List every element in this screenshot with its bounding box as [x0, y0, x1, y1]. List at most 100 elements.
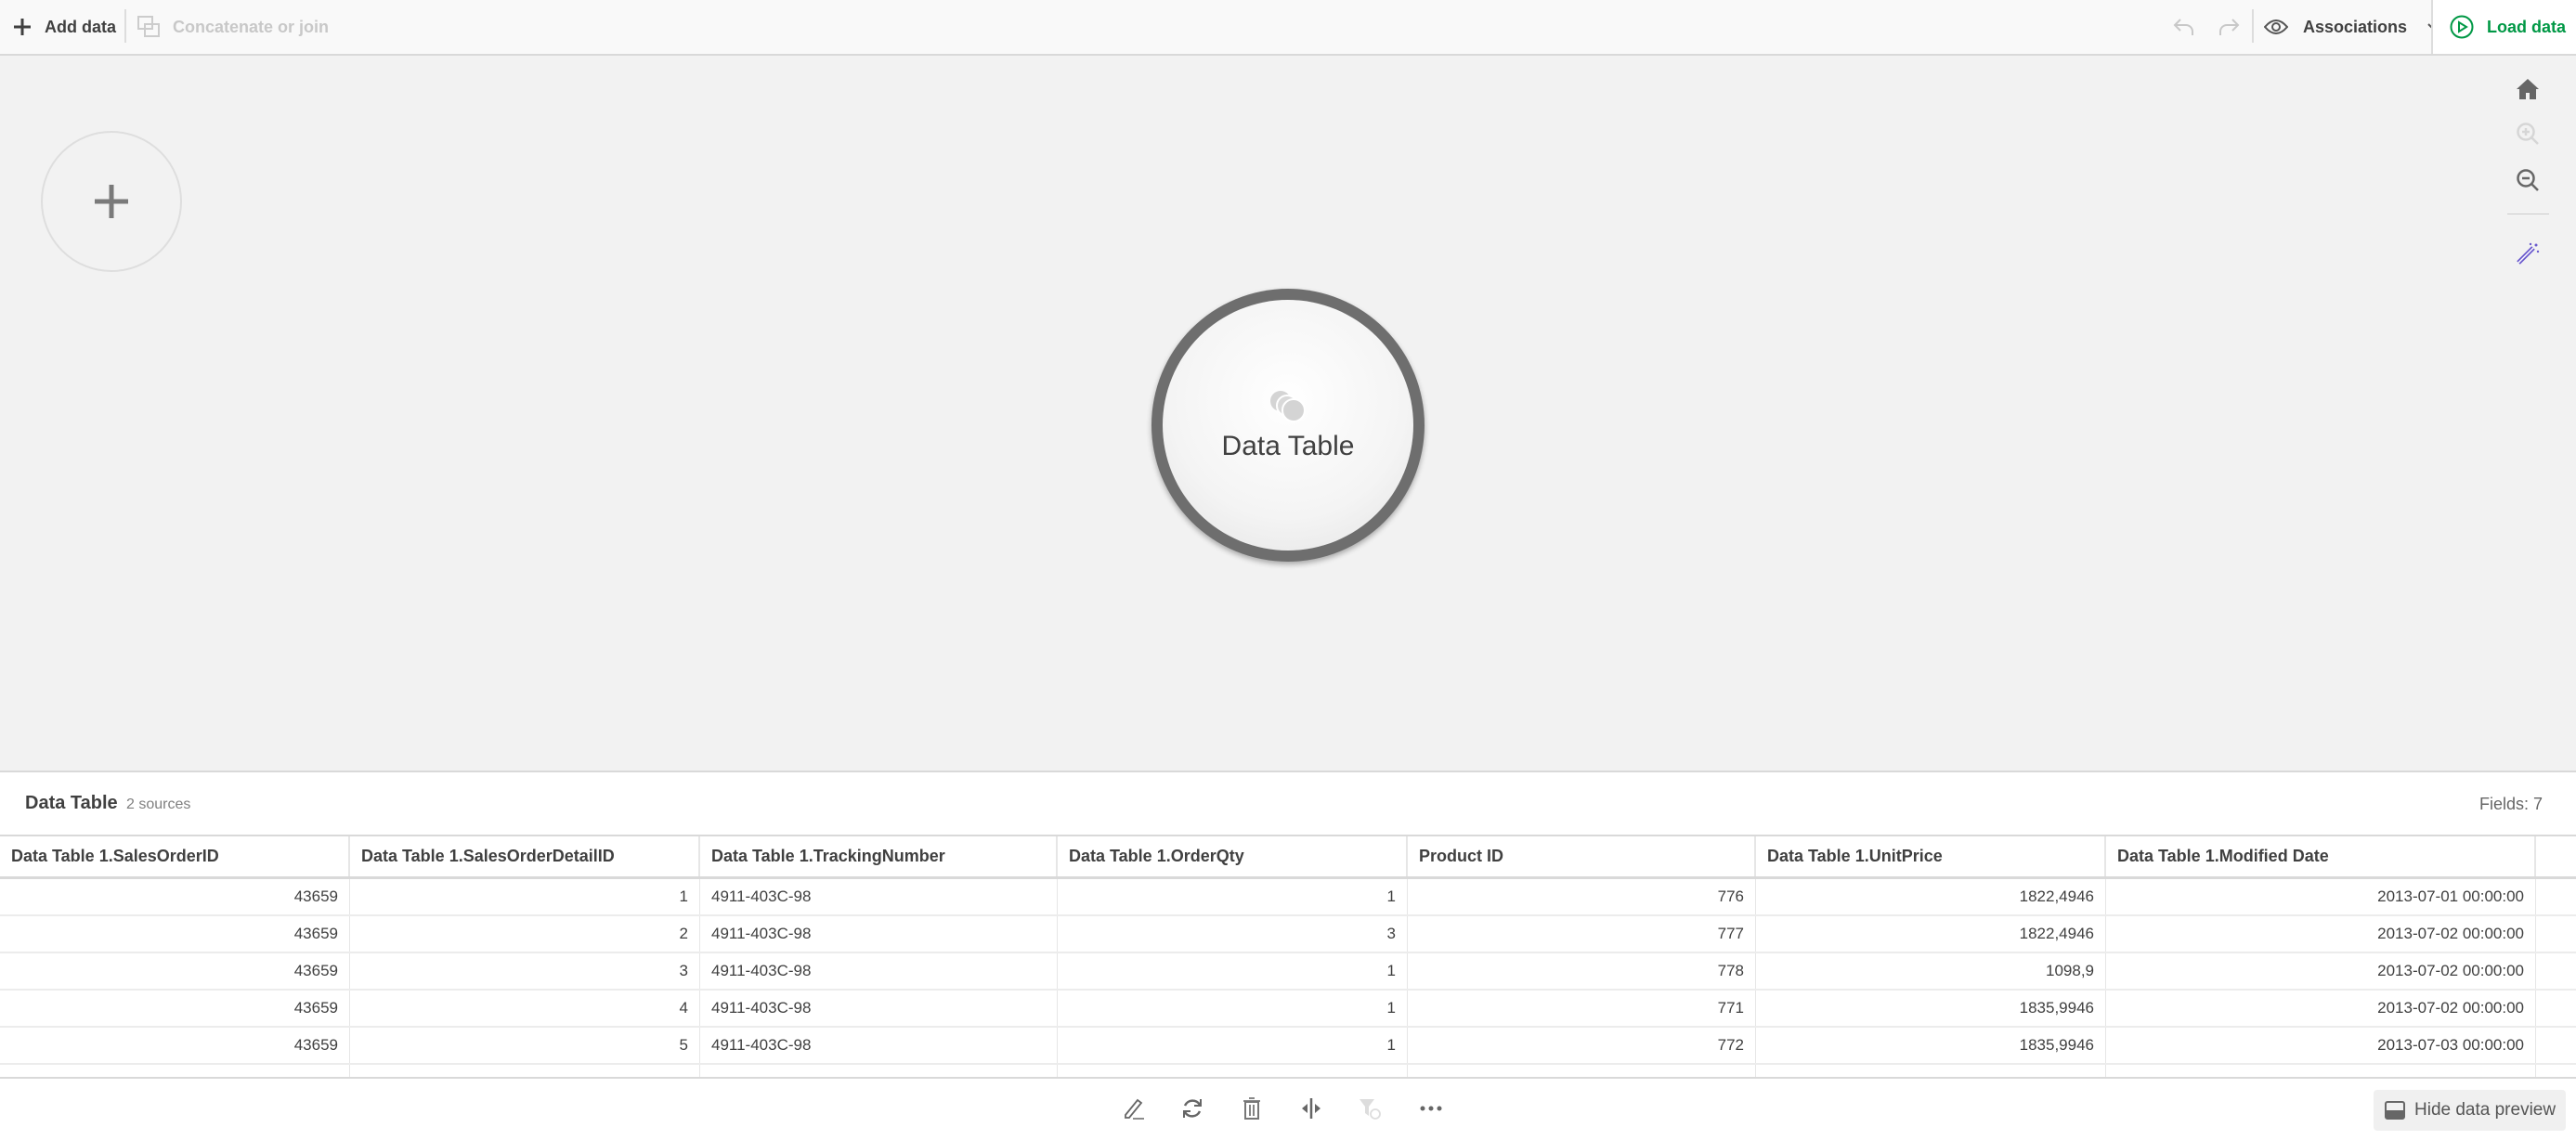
- column-header[interactable]: Data Table 1.OrderQty: [1058, 836, 1408, 876]
- top-toolbar: Add data Concatenate or join Association…: [0, 0, 2576, 56]
- delete-button[interactable]: [1235, 1092, 1268, 1125]
- undo-icon: [2173, 19, 2193, 35]
- table-cell: 43659: [0, 991, 350, 1026]
- table-cell: 772: [1408, 1028, 1756, 1063]
- column-header[interactable]: Data Table 1.UnitPrice: [1756, 836, 2106, 876]
- load-data-label: Load data: [2487, 17, 2567, 36]
- table-cell: 2013-07-03 00:00:00: [2106, 1028, 2536, 1063]
- table-cell: 2013-07-01 00:00:00: [2106, 879, 2536, 914]
- table-cell: 771: [1408, 991, 1756, 1026]
- table-row: 43659 5 4911-403C-98 1 772 1835,9946 2013-07-0…: [0, 1028, 2576, 1065]
- column-header[interactable]: Data Table 1.SalesOrderID: [0, 836, 350, 876]
- table-cell: 1822,4946: [1756, 879, 2106, 914]
- zoom-out-button[interactable]: [2512, 164, 2543, 196]
- eye-icon: [2264, 19, 2288, 34]
- table-row: 43659 3 4911-403C-98 1 778 1098,9 2013-07-02 0…: [0, 953, 2576, 991]
- table-cell: 43659: [0, 879, 350, 914]
- concatenate-icon: [137, 16, 160, 37]
- plus-icon: [14, 19, 31, 35]
- panel-icon: [2385, 1101, 2405, 1120]
- redo-button[interactable]: [2218, 0, 2240, 54]
- split-icon: [1302, 1098, 1321, 1119]
- split-button[interactable]: [1295, 1092, 1328, 1125]
- table-header: Data Table 1.SalesOrderID Data Table 1.Sa…: [0, 836, 2576, 879]
- load-data-button[interactable]: Load data: [2450, 0, 2566, 54]
- table-cell: [0, 1065, 350, 1077]
- table-row: 43659 2 4911-403C-98 3 777 1822,4946 2013-07-0…: [0, 916, 2576, 953]
- table-cell: 43659: [0, 916, 350, 952]
- associations-label: Associations: [2303, 17, 2408, 36]
- table-cell: 43659: [0, 953, 350, 989]
- hide-data-preview-button[interactable]: Hide data preview: [2374, 1090, 2566, 1131]
- table-cell: 1098,9: [1756, 953, 2106, 989]
- table-cell: 2: [350, 916, 700, 952]
- table-cell: 4911-403C-98: [700, 991, 1058, 1026]
- table-cell: 3: [350, 953, 700, 989]
- sources-count: 2 sources: [126, 797, 191, 812]
- table-cell: 1: [1058, 879, 1408, 914]
- table-cell: 43659: [0, 1028, 350, 1063]
- table-cell: 778: [1408, 953, 1756, 989]
- table-row: 43659 1 4911-403C-98 1 776 1822,4946 2013-07-0…: [0, 879, 2576, 916]
- table-cell: 3: [1058, 916, 1408, 952]
- zoom-in-button[interactable]: [2512, 118, 2543, 149]
- table-cell: [700, 1065, 1058, 1077]
- more-button[interactable]: [1414, 1092, 1448, 1125]
- add-data-label: Add data: [45, 17, 117, 36]
- filter-clear-icon: [1360, 1099, 1381, 1120]
- zoom-in-icon: [2517, 123, 2539, 145]
- table-cell: 4911-403C-98: [700, 953, 1058, 989]
- column-header[interactable]: Data Table 1.TrackingNumber: [700, 836, 1058, 876]
- column-header[interactable]: Data Table 1.Modified Date: [2106, 836, 2536, 876]
- plus-icon: [95, 185, 128, 218]
- fields-count: Fields: 7: [2478, 795, 2543, 813]
- table-cell: [1408, 1065, 1756, 1077]
- table-cell: 777: [1408, 916, 1756, 952]
- clear-filter-button[interactable]: [1353, 1092, 1386, 1125]
- add-data-button[interactable]: Add data: [13, 0, 116, 54]
- model-canvas[interactable]: Data Table: [0, 56, 2576, 771]
- table-cell: 1: [1058, 953, 1408, 989]
- table-cell: 1822,4946: [1756, 916, 2106, 952]
- table-cell: 1835,9946: [1756, 1028, 2106, 1063]
- edit-button[interactable]: [1117, 1092, 1151, 1125]
- table-cell: 1: [1058, 1028, 1408, 1063]
- pencil-icon: [1125, 1098, 1144, 1120]
- data-table-node[interactable]: Data Table: [1151, 289, 1425, 562]
- table-cell: [350, 1065, 700, 1077]
- home-button[interactable]: [2512, 73, 2543, 105]
- more-icon: [1420, 1106, 1442, 1111]
- column-header[interactable]: Data Table 1.SalesOrderDetailID: [350, 836, 700, 876]
- divider: [124, 9, 126, 43]
- table-row-partial: [0, 1065, 2576, 1077]
- refresh-button[interactable]: [1176, 1092, 1209, 1125]
- table-cell: 5: [350, 1028, 700, 1063]
- concatenate-button[interactable]: Concatenate or join: [137, 0, 329, 54]
- sources-icon: [1270, 391, 1306, 422]
- table-cell: 1: [1058, 991, 1408, 1026]
- zoom-out-icon: [2517, 169, 2539, 191]
- table-cell: 4: [350, 991, 700, 1026]
- table-cell: 1: [350, 879, 700, 914]
- associations-dropdown[interactable]: Associations: [2264, 0, 2440, 54]
- preview-title: Data Table: [25, 793, 118, 813]
- add-data-node[interactable]: [41, 131, 182, 272]
- redo-icon: [2219, 19, 2240, 35]
- column-header[interactable]: Product ID: [1408, 836, 1756, 876]
- data-preview-panel: Data Table 2 sources Fields: 7 Data Tabl…: [0, 771, 2576, 1077]
- home-icon: [2517, 79, 2539, 99]
- table-cell: 2013-07-02 00:00:00: [2106, 916, 2536, 952]
- magic-wand-icon: [2517, 242, 2540, 265]
- table-cell: 776: [1408, 879, 1756, 914]
- table-cell: 2013-07-02 00:00:00: [2106, 991, 2536, 1026]
- table-cell: 4911-403C-98: [700, 1028, 1058, 1063]
- refresh-icon: [1183, 1099, 1202, 1118]
- magic-wand-button[interactable]: [2512, 239, 2543, 270]
- table-cell: 4911-403C-98: [700, 916, 1058, 952]
- table-cell: 4911-403C-98: [700, 879, 1058, 914]
- node-label: Data Table: [1221, 431, 1355, 461]
- undo-button[interactable]: [2173, 0, 2195, 54]
- table-cell: 1835,9946: [1756, 991, 2106, 1026]
- play-circle-icon: [2450, 15, 2474, 39]
- table-cell: [2106, 1065, 2536, 1077]
